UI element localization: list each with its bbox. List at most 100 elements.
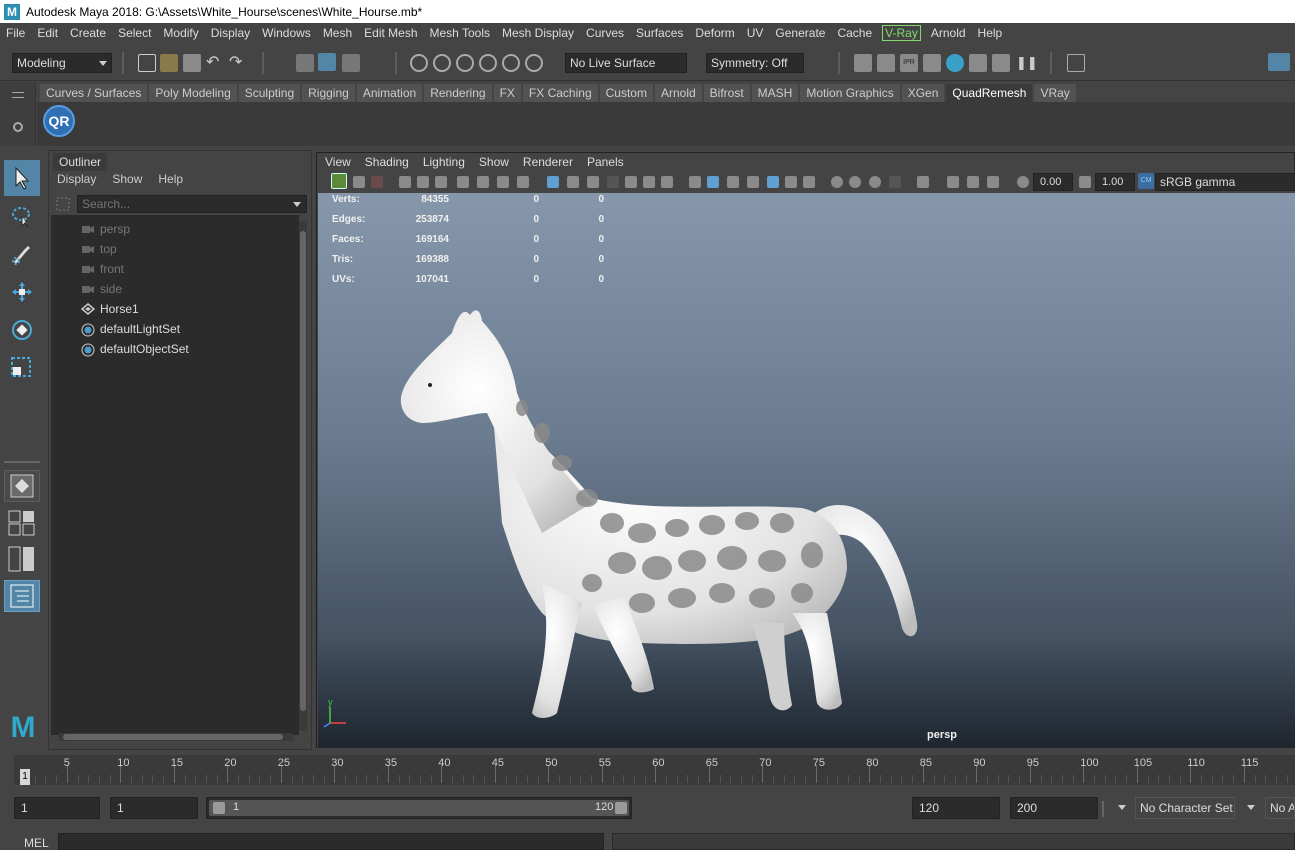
shelf-tab-poly-modeling[interactable]: Poly Modeling [149,84,237,102]
two-view-layout-button[interactable] [8,546,36,572]
time-slider-track[interactable]: 5 10 15 20 25 30 35 40 45 50 55 60 65 70 75 80 85 90 95 100… [14,755,1295,785]
menu-help[interactable]: Help [972,26,1009,40]
film-gate-icon[interactable] [477,176,489,188]
menu-windows[interactable]: Windows [256,26,317,40]
viewport-menu-renderer[interactable]: Renderer [523,155,573,169]
single-view-layout-button[interactable] [4,470,40,502]
shelf-tab-xgen[interactable]: XGen [901,84,945,102]
vray-ipr-icon[interactable] [992,54,1010,72]
isolate-select-icon[interactable] [917,176,929,188]
use-default-material-icon[interactable] [727,176,739,188]
shadows-icon[interactable] [803,176,815,188]
exposure-icon[interactable] [1017,176,1029,188]
redo-icon[interactable]: ↷ [229,54,247,72]
live-surface-field[interactable]: No Live Surface [565,53,687,73]
shaded-cube-icon[interactable] [707,176,719,188]
wireframe-on-shaded-icon[interactable] [689,176,701,188]
shelf-tab-fx-caching[interactable]: FX Caching [522,84,598,102]
shelf-tab-sculpting[interactable]: Sculpting [238,84,301,102]
range-end-handle[interactable] [615,802,627,814]
viewport-menu-shading[interactable]: Shading [365,155,409,169]
outliner-item-front[interactable]: front [81,259,124,279]
snap-point-icon[interactable] [456,54,474,72]
snap-curve-icon[interactable] [433,54,451,72]
scale-tool-button[interactable] [4,348,40,384]
resolution-gate-icon[interactable] [497,176,509,188]
shelf-tab-mash[interactable]: MASH [751,84,799,102]
shelf-tab-rendering[interactable]: Rendering [424,84,492,102]
menu-uv[interactable]: UV [741,26,770,40]
menu-create[interactable]: Create [64,26,112,40]
outliner-menu-help[interactable]: Help [158,172,183,186]
safe-action-icon[interactable] [587,176,599,188]
snap-grid-icon[interactable] [410,54,428,72]
menu-set-dropdown[interactable]: Modeling [12,53,112,73]
viewport-menu-view[interactable]: View [325,155,351,169]
menu-mesh[interactable]: Mesh [317,26,358,40]
menu-generate[interactable]: Generate [769,26,831,40]
pause-icon[interactable]: ❚❚ [1016,54,1038,72]
playback-start-field[interactable]: 1 [110,797,198,819]
chevron-down-icon[interactable] [1247,805,1255,810]
menu-display[interactable]: Display [205,26,256,40]
paint-select-tool-button[interactable] [4,236,40,272]
gamma-icon[interactable] [1079,176,1091,188]
save-scene-icon[interactable] [183,54,201,72]
shelf-tab-bifrost[interactable]: Bifrost [703,84,750,102]
select-object-icon[interactable] [318,53,336,71]
frame-all-icon[interactable] [987,176,999,188]
color-management-icon[interactable]: CM [1138,173,1154,189]
outliner-item-side[interactable]: side [81,279,122,299]
menu-surfaces[interactable]: Surfaces [630,26,689,40]
hypershade-icon[interactable] [946,54,964,72]
chevron-down-icon[interactable] [1118,805,1126,810]
rotate-tool-button[interactable] [4,312,40,348]
depth-of-field-icon[interactable] [889,176,901,188]
grease-pencil-icon[interactable] [435,176,447,188]
shelf-tab-arnold[interactable]: Arnold [654,84,702,102]
chevron-down-icon[interactable] [293,202,301,207]
render-settings-icon[interactable] [854,54,872,72]
shelf-tab-animation[interactable]: Animation [356,84,423,102]
scrollbar-thumb[interactable] [63,734,283,740]
shelf-tab-fx[interactable]: FX [493,84,521,102]
time-slider[interactable]: 5 10 15 20 25 30 35 40 45 50 55 60 65 70 75 80 85 90 95 100… [0,752,1295,790]
smooth-shade-icon[interactable] [643,176,655,188]
current-frame-marker[interactable]: 1 [20,769,30,785]
gear-icon[interactable] [13,122,23,132]
field-chart-icon[interactable] [567,176,579,188]
outliner-search-input[interactable] [77,195,307,213]
view-transform-dropdown[interactable]: sRGB gamma [1155,173,1295,191]
character-set-dropdown[interactable]: No Character Set [1135,797,1235,819]
quadremesh-button[interactable]: QR [43,105,75,137]
user-account-icon[interactable] [1268,53,1290,71]
horse-mesh[interactable] [392,293,952,723]
render-current-frame-icon[interactable] [877,54,895,72]
motion-blur-icon[interactable] [849,176,861,188]
shelf-tab-motion-graphics[interactable]: Motion Graphics [800,84,900,102]
menu-curves[interactable]: Curves [580,26,630,40]
scrollbar-thumb[interactable] [300,231,306,711]
render-view-icon[interactable] [923,54,941,72]
snap-surface-icon[interactable] [502,54,520,72]
shelf-tab-quadremesh[interactable]: QuadRemesh [946,84,1033,102]
outliner-item-defaultlightset[interactable]: defaultLightSet [81,319,180,339]
wireframe-icon[interactable] [625,176,637,188]
gate-mask-icon[interactable] [517,176,529,188]
playback-end-field[interactable]: 120 [912,797,1000,819]
undo-icon[interactable]: ↶ [206,54,224,72]
shelf-tab-rigging[interactable]: Rigging [302,84,355,102]
open-scene-icon[interactable] [160,54,178,72]
symmetry-dropdown[interactable]: Symmetry: Off [706,53,804,73]
range-slider[interactable]: 1 120 [206,797,632,819]
mel-command-input[interactable] [58,833,604,850]
select-component-icon[interactable] [342,54,360,72]
anti-aliasing-icon[interactable] [869,176,881,188]
four-view-layout-button[interactable] [8,510,36,536]
menu-edit-mesh[interactable]: Edit Mesh [358,26,423,40]
ipr-render-icon[interactable]: IPR [900,54,918,72]
move-tool-button[interactable] [4,274,40,310]
new-scene-icon[interactable] [138,54,156,72]
range-start-handle[interactable] [213,802,225,814]
lights-icon[interactable] [785,176,797,188]
